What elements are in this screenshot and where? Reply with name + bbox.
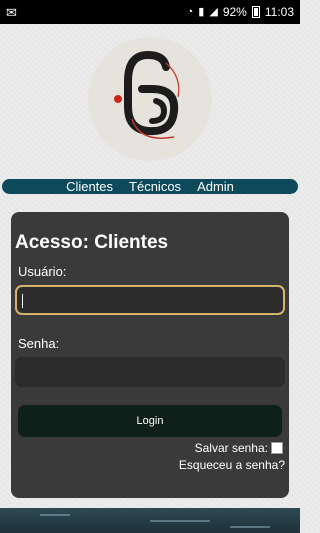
main-nav: Clientes Técnicos Admin [2,179,298,194]
signal-icon: ◢ [209,5,218,18]
login-title: Acesso: Clientes [15,232,169,253]
text-caret [22,294,23,308]
login-card: Acesso: Clientes Usuário: Senha: Login S… [11,212,289,498]
clock: 11:03 [264,5,294,19]
username-label: Usuário: [18,264,67,279]
username-input[interactable] [15,285,285,315]
battery-icon [251,6,260,18]
status-bar: ✉ ◔ ▮ ◢ 92% 11:03 [0,0,300,24]
wifi-icon: ◔ [186,5,194,18]
password-input[interactable] [15,357,285,387]
save-password-checkbox[interactable] [271,442,283,454]
footer-background-image [0,508,300,533]
battery-percent: 92% [222,5,247,19]
sim-icon: ▮ [198,5,205,18]
save-password-row: Salvar senha: [195,441,283,455]
nav-clientes[interactable]: Clientes [66,179,113,194]
logo-mark-icon [114,50,180,139]
nav-tecnicos[interactable]: Técnicos [129,179,181,194]
password-label: Senha: [18,336,60,351]
footer-detail [40,514,70,516]
nav-admin[interactable]: Admin [197,179,234,194]
app-logo [88,37,212,161]
notification-icon: ✉ [6,4,17,20]
login-button[interactable]: Login [18,405,282,437]
footer-detail [150,520,210,522]
footer-detail [230,526,270,528]
forgot-password-link[interactable]: Esqueceu a senha? [179,458,285,472]
save-password-label: Salvar senha: [194,441,268,455]
